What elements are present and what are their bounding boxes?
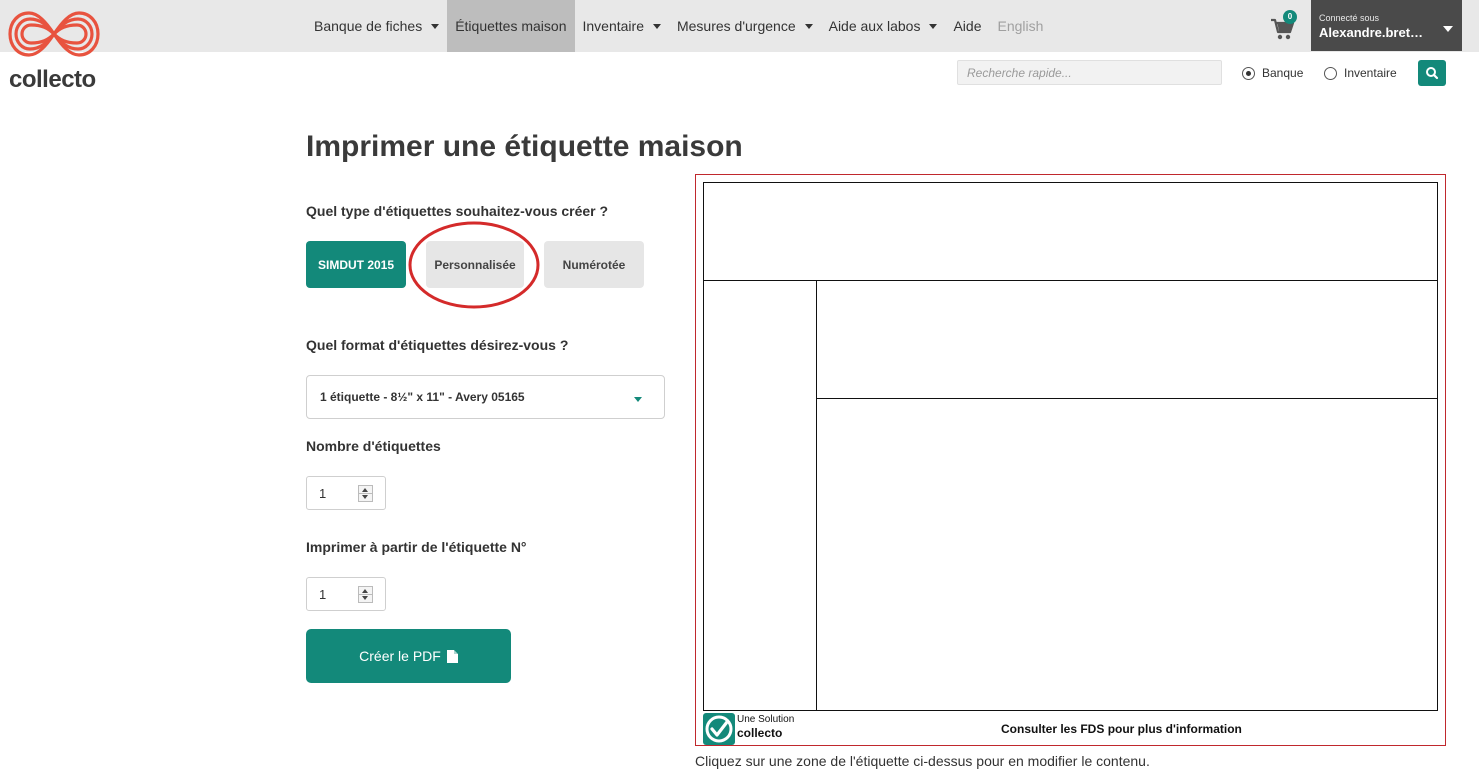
nav-label: English: [997, 18, 1044, 34]
scope-radio-inventaire[interactable]: Inventaire: [1324, 66, 1397, 80]
page-title: Imprimer une étiquette maison: [306, 130, 743, 163]
label-zone-pictograms[interactable]: [703, 280, 818, 711]
collecto-logo[interactable]: collecto: [6, 8, 106, 93]
format-select[interactable]: 1 étiquette - 8½" x 11" - Avery 05165: [306, 375, 665, 419]
chevron-down-icon: [652, 23, 661, 29]
count-label: Nombre d'étiquettes: [306, 438, 441, 454]
nav-mesures-urgence[interactable]: Mesures d'urgence: [669, 0, 821, 52]
scope-radio-banque[interactable]: Banque: [1242, 66, 1303, 80]
search-input[interactable]: [957, 60, 1222, 85]
start-stepper[interactable]: 1: [306, 577, 386, 611]
spin-arrows-icon[interactable]: [358, 485, 373, 502]
create-pdf-button[interactable]: Créer le PDF: [306, 629, 511, 683]
radio-selected-icon[interactable]: [1242, 66, 1255, 80]
type-simdut-button[interactable]: SIMDUT 2015: [306, 241, 406, 288]
nav-banque-de-fiches[interactable]: Banque de fiches: [306, 0, 447, 52]
nav-english[interactable]: English: [989, 0, 1051, 52]
logo-wordmark: collecto: [9, 66, 96, 93]
nav-label: Inventaire: [582, 18, 644, 34]
chevron-down-icon: [929, 23, 938, 29]
magnifier-icon: [1426, 67, 1439, 80]
main-menu: Banque de fiches Étiquettes maison Inven…: [306, 0, 1051, 52]
chevron-down-icon: [804, 23, 813, 29]
count-stepper[interactable]: 1: [306, 476, 386, 510]
radio-label: Inventaire: [1344, 66, 1397, 80]
nav-label: Mesures d'urgence: [676, 18, 796, 34]
chevron-down-icon: [1443, 26, 1453, 32]
spin-arrows-icon[interactable]: [358, 586, 373, 603]
label-preview: Une Solution collecto Consulter les FDS …: [695, 174, 1446, 746]
label-footer-note: Consulter les FDS pour plus d'informatio…: [1001, 722, 1242, 736]
start-value[interactable]: 1: [319, 587, 326, 602]
preview-hint: Cliquez sur une zone de l'étiquette ci-d…: [695, 753, 1150, 769]
file-icon: [446, 649, 458, 663]
nav-label: Étiquettes maison: [455, 18, 567, 34]
nav-label: Aide aux labos: [828, 18, 921, 34]
type-question-label: Quel type d'étiquettes souhaitez-vous cr…: [306, 203, 609, 219]
nav-label: Banque de fiches: [314, 18, 423, 34]
nav-label: Aide: [953, 18, 982, 34]
nav-aide[interactable]: Aide: [945, 0, 989, 52]
label-zone-product[interactable]: [816, 280, 1438, 399]
create-pdf-label: Créer le PDF: [359, 648, 441, 664]
user-menu[interactable]: Connecté sous Alexandre.bret…: [1311, 0, 1462, 51]
label-zone-header[interactable]: [703, 182, 1438, 281]
type-personnalisee-button[interactable]: Personnalisée: [426, 241, 524, 288]
infinity-logo-icon: [8, 11, 100, 57]
label-zone-details[interactable]: [816, 398, 1438, 711]
user-caption: Connecté sous: [1319, 13, 1380, 23]
collecto-check-icon: [703, 713, 735, 745]
search-button[interactable]: [1418, 60, 1446, 86]
format-question-label: Quel format d'étiquettes désirez-vous ?: [306, 337, 569, 353]
start-label: Imprimer à partir de l'étiquette N°: [306, 539, 527, 555]
nav-etiquettes-maison[interactable]: Étiquettes maison: [447, 0, 575, 52]
radio-unselected-icon[interactable]: [1324, 66, 1337, 80]
user-name: Alexandre.bret…: [1319, 25, 1424, 40]
solution-caption: Une Solution: [737, 714, 795, 725]
chevron-down-icon: [431, 23, 440, 29]
solution-brand: collecto: [737, 726, 783, 740]
cart-button[interactable]: 0: [1270, 10, 1300, 42]
cart-count-badge: 0: [1283, 10, 1297, 24]
type-numerotee-button[interactable]: Numérotée: [544, 241, 644, 288]
format-select-value: 1 étiquette - 8½" x 11" - Avery 05165: [320, 390, 525, 404]
nav-inventaire[interactable]: Inventaire: [575, 0, 669, 52]
nav-aide-aux-labos[interactable]: Aide aux labos: [821, 0, 946, 52]
count-value[interactable]: 1: [319, 486, 326, 501]
chevron-down-icon: [634, 397, 642, 402]
radio-label: Banque: [1262, 66, 1304, 80]
